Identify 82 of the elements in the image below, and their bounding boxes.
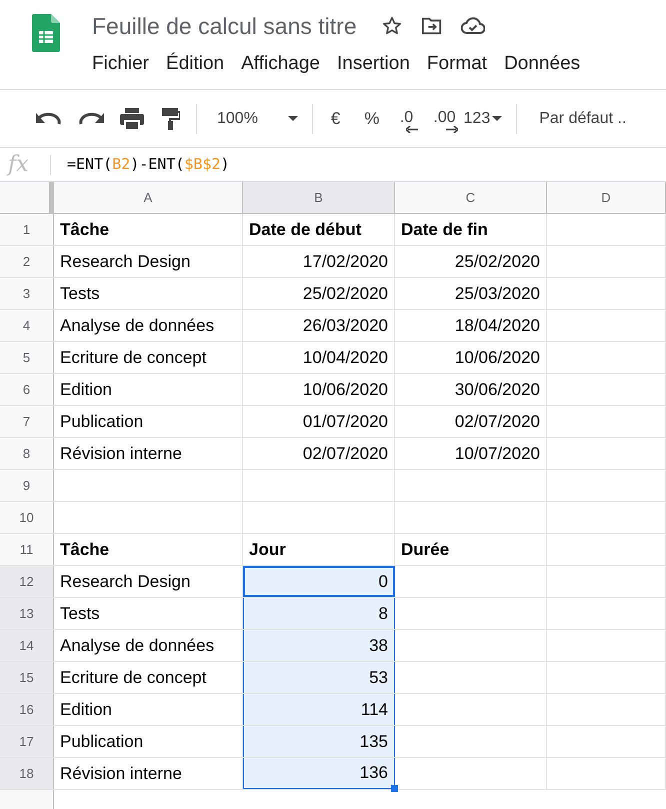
table-cell[interactable]: Jour bbox=[243, 534, 395, 565]
formula-label: fx bbox=[6, 151, 30, 179]
redo-icon[interactable] bbox=[78, 112, 104, 126]
caret-icon bbox=[492, 116, 502, 121]
selected-cell[interactable]: 135 bbox=[243, 726, 395, 757]
paint-roller-icon[interactable] bbox=[162, 108, 180, 130]
folder-icon[interactable] bbox=[420, 16, 443, 36]
right-arrow-icon bbox=[446, 126, 458, 133]
row-header[interactable]: 11 bbox=[0, 534, 54, 565]
table-cell[interactable]: 25/03/2020 bbox=[395, 278, 547, 309]
selected-cell[interactable]: 8 bbox=[243, 598, 395, 629]
cloud-check-icon[interactable] bbox=[460, 17, 485, 35]
row-header[interactable]: 14 bbox=[0, 630, 54, 661]
spreadsheet-logo-icon[interactable] bbox=[32, 14, 60, 52]
row-header[interactable]: 7 bbox=[0, 406, 54, 437]
table-cell[interactable]: 30/06/2020 bbox=[395, 374, 547, 405]
table-cell[interactable]: 25/02/2020 bbox=[395, 246, 547, 277]
table-cell[interactable]: 10/06/2020 bbox=[243, 374, 395, 405]
document-title[interactable]: Feuille de calcul sans titre bbox=[92, 8, 357, 44]
row-header[interactable]: 3 bbox=[0, 278, 54, 309]
row-header[interactable]: 5 bbox=[0, 342, 54, 373]
print-icon[interactable] bbox=[120, 108, 144, 130]
table-cell[interactable]: 26/03/2020 bbox=[243, 310, 395, 341]
selected-cell[interactable]: 0 bbox=[243, 566, 395, 597]
star-icon[interactable] bbox=[380, 15, 403, 37]
selected-cell[interactable]: 114 bbox=[243, 694, 395, 725]
column-header[interactable]: B bbox=[243, 182, 395, 213]
table-cell[interactable]: Analyse de données bbox=[54, 310, 243, 341]
font-dropdown[interactable]: Par défaut .. bbox=[539, 106, 626, 130]
row-header[interactable]: 12 bbox=[0, 566, 54, 597]
row-header[interactable]: 9 bbox=[0, 470, 54, 501]
table-cell[interactable]: 17/02/2020 bbox=[243, 246, 395, 277]
table-cell[interactable]: Research Design bbox=[54, 246, 243, 277]
decrease-decimals-button[interactable]: .0 bbox=[396, 104, 418, 133]
table-cell[interactable]: 10/07/2020 bbox=[395, 438, 547, 469]
fill-handle[interactable] bbox=[391, 785, 398, 792]
table-cell[interactable]: Publication bbox=[54, 406, 243, 437]
table-cell[interactable]: 02/07/2020 bbox=[243, 438, 395, 469]
table-cell[interactable]: Tâche bbox=[54, 534, 243, 565]
currency-button[interactable]: € bbox=[330, 106, 340, 132]
left-arrow-icon bbox=[406, 126, 418, 133]
row-header[interactable]: 18 bbox=[0, 758, 54, 789]
percent-button[interactable]: % bbox=[364, 106, 380, 132]
table-cell[interactable]: Date de fin bbox=[395, 214, 547, 245]
table-cell[interactable]: Ecriture de concept bbox=[54, 342, 243, 373]
zoom-dropdown[interactable]: 100% bbox=[217, 106, 298, 130]
row-header[interactable]: 8 bbox=[0, 438, 54, 469]
table-cell[interactable]: Tâche bbox=[54, 214, 243, 245]
row-header[interactable]: 16 bbox=[0, 694, 54, 725]
row-header[interactable]: 15 bbox=[0, 662, 54, 693]
row-header[interactable]: 13 bbox=[0, 598, 54, 629]
table-cell[interactable]: 01/07/2020 bbox=[243, 406, 395, 437]
menu-item[interactable]: Insertion bbox=[331, 50, 416, 78]
row-header[interactable]: 6 bbox=[0, 374, 54, 405]
menu-item[interactable]: Fichier bbox=[86, 50, 156, 78]
undo-icon[interactable] bbox=[36, 112, 62, 126]
table-cell[interactable]: 02/07/2020 bbox=[395, 406, 547, 437]
formula-input[interactable]: =ENT(B2)-ENT($B$2) bbox=[67, 153, 230, 176]
row-header[interactable]: 10 bbox=[0, 502, 54, 533]
row-header[interactable]: 17 bbox=[0, 726, 54, 757]
selected-cell[interactable]: 53 bbox=[243, 662, 395, 693]
selected-cell[interactable]: 136 bbox=[243, 758, 395, 789]
number-format-dropdown[interactable]: 123 bbox=[464, 106, 502, 130]
table-cell[interactable]: 10/04/2020 bbox=[243, 342, 395, 373]
table-cell[interactable]: Tests bbox=[54, 278, 243, 309]
table-cell[interactable]: Edition bbox=[54, 374, 243, 405]
menu-item[interactable]: Format bbox=[420, 50, 494, 78]
selected-cell[interactable]: 38 bbox=[243, 630, 395, 661]
table-cell[interactable]: Révision interne bbox=[54, 438, 243, 469]
table-cell[interactable]: 25/02/2020 bbox=[243, 278, 395, 309]
increase-decimals-button[interactable]: .00 bbox=[432, 104, 458, 133]
table-cell[interactable]: 18/04/2020 bbox=[395, 310, 547, 341]
row-header[interactable]: 1 bbox=[0, 214, 54, 245]
menu-item[interactable]: Données bbox=[498, 50, 586, 78]
caret-icon bbox=[288, 116, 298, 121]
menu-item[interactable]: Édition bbox=[160, 50, 230, 78]
table-cell[interactable]: 10/06/2020 bbox=[395, 342, 547, 373]
row-header[interactable]: 4 bbox=[0, 310, 54, 341]
row-header[interactable]: 2 bbox=[0, 246, 54, 277]
menu-item[interactable]: Affichage bbox=[235, 50, 326, 78]
table-cell[interactable]: Durée bbox=[395, 534, 547, 565]
table-cell[interactable]: Date de début bbox=[243, 214, 395, 245]
